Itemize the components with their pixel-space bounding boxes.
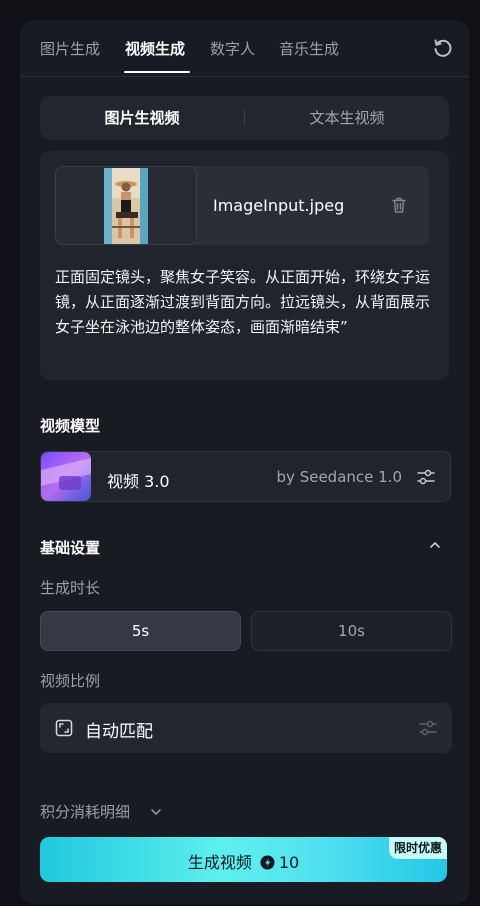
mode-switch: 图片生视频 文本生视频	[40, 96, 449, 140]
credit-coin-icon	[260, 855, 275, 870]
points-detail-toggle[interactable]: 积分消耗明细	[40, 801, 130, 822]
chevron-down-icon[interactable]	[150, 806, 162, 818]
delete-icon[interactable]	[389, 195, 409, 215]
tab-video-generation[interactable]: 视频生成	[125, 38, 185, 59]
model-section-title: 视频模型	[40, 417, 101, 435]
model-thumbnail	[41, 452, 91, 501]
tab-music-generation[interactable]: 音乐生成	[279, 38, 339, 59]
text-to-video-option[interactable]: 文本生视频	[245, 96, 449, 140]
file-name: ImageInput.jpeg	[213, 196, 345, 215]
tab-digital-human[interactable]: 数字人	[210, 38, 255, 59]
aspect-ratio-icon	[55, 719, 73, 737]
tab-image-generation[interactable]: 图片生成	[40, 38, 100, 59]
duration-label: 生成时长	[40, 579, 101, 597]
uploaded-file: ImageInput.jpeg	[55, 166, 429, 245]
video-generation-panel: 图片生成 视频生成 数字人 音乐生成 图片生视频 文本生视频 ImageInpu…	[20, 20, 469, 904]
active-tab-indicator	[124, 71, 190, 73]
image-thumbnail-frame[interactable]	[55, 166, 197, 245]
promo-badge: 限时优惠	[388, 837, 447, 859]
prompt-text[interactable]: 正面固定镜头，聚焦女子笑容。从正面开始，环绕女子运镜，从正面逐渐过渡到背面方向。…	[55, 265, 435, 340]
model-selector[interactable]: 视频 3.0 by Seedance 1.0	[40, 451, 451, 502]
ratio-label: 视频比例	[40, 672, 101, 690]
model-name: 视频 3.0	[107, 472, 170, 491]
model-provider: by Seedance 1.0	[276, 468, 402, 486]
settings-sliders-icon[interactable]	[418, 718, 438, 738]
duration-10s-button[interactable]: 10s	[251, 611, 452, 651]
image-to-video-option[interactable]: 图片生视频	[40, 96, 244, 140]
top-tabs: 图片生成 视频生成 数字人 音乐生成	[20, 20, 469, 77]
reset-icon[interactable]	[431, 36, 455, 60]
chevron-up-icon[interactable]	[428, 538, 442, 552]
basic-settings-title: 基础设置	[40, 539, 101, 557]
ratio-value: 自动匹配	[85, 722, 153, 742]
ratio-selector[interactable]: 自动匹配	[40, 703, 452, 753]
duration-5s-button[interactable]: 5s	[40, 611, 241, 651]
settings-sliders-icon[interactable]	[416, 467, 436, 487]
generate-cost: 10	[278, 853, 300, 872]
generate-button-content: 生成视频 10	[40, 849, 447, 873]
generate-label: 生成视频	[187, 853, 252, 872]
generate-video-button[interactable]: 生成视频 10 限时优惠	[40, 837, 447, 882]
input-card: ImageInput.jpeg 正面固定镜头，聚焦女子笑容。从正面开始，环绕女子…	[40, 151, 449, 380]
image-thumbnail	[104, 168, 148, 244]
